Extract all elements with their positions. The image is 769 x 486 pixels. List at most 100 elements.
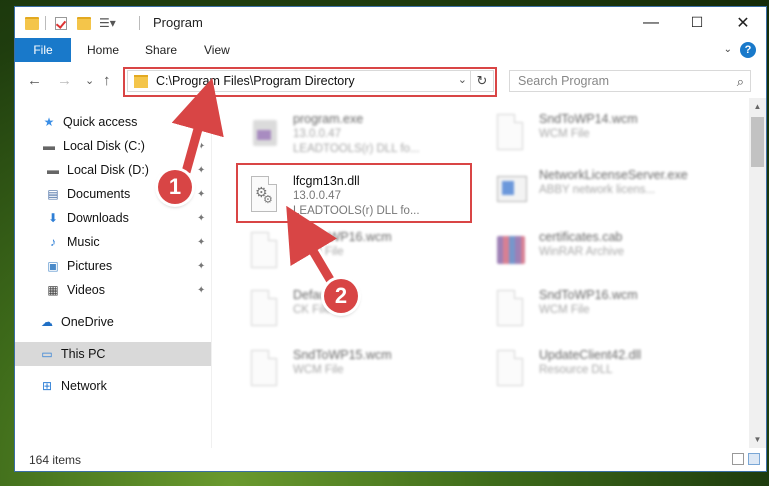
file-item[interactable]: certificates.cab WinRAR Archive xyxy=(483,226,723,282)
sidebar-item-label: Videos xyxy=(67,283,105,297)
file-item[interactable]: SndToWP16.wcm WCM File xyxy=(237,226,477,282)
sidebar-item-network[interactable]: ⊞ Network xyxy=(15,374,211,398)
sidebar-item-pictures[interactable]: ▣ Pictures ✦ xyxy=(15,254,211,278)
cloud-icon: ☁ xyxy=(41,315,53,329)
search-placeholder: Search Program xyxy=(518,74,610,88)
pane-divider[interactable] xyxy=(211,98,212,448)
sidebar-item-label: Network xyxy=(61,379,107,393)
pin-icon[interactable]: ✦ xyxy=(197,237,205,248)
file-name: program.exe xyxy=(293,112,364,126)
help-icon[interactable]: ? xyxy=(740,42,756,58)
file-detail: CK File xyxy=(293,304,331,316)
tab-home[interactable]: Home xyxy=(87,43,119,57)
ribbon: File Home Share View ⌄ ? xyxy=(15,38,766,63)
document-icon xyxy=(495,114,527,154)
file-list: program.exe 13.0.0.47 LEADTOOLS(r) DLL fo.… xyxy=(213,98,747,448)
scroll-down-icon[interactable]: ▼ xyxy=(749,431,766,448)
large-icons-view-icon[interactable] xyxy=(748,453,760,465)
scroll-thumb[interactable] xyxy=(751,117,764,167)
window-title: Program xyxy=(153,15,203,30)
file-detail: WCM File xyxy=(539,128,590,140)
file-item[interactable]: NetworkLicenseServer.exe ABBY network lic… xyxy=(483,164,723,220)
pin-icon[interactable]: ✦ xyxy=(197,165,205,176)
file-name: UpdateClient42.dll xyxy=(539,348,642,362)
drive-icon: ▬ xyxy=(43,139,55,153)
pin-icon[interactable]: ✦ xyxy=(197,213,205,224)
file-item[interactable]: program.exe 13.0.0.47 LEADTOOLS(r) DLL fo.… xyxy=(237,108,477,164)
new-folder-icon[interactable] xyxy=(77,15,91,31)
customize-toolbar-icon[interactable]: ☰▾ xyxy=(99,15,116,31)
drive-icon: ▬ xyxy=(47,163,59,177)
title-separator xyxy=(139,15,140,31)
ribbon-expand-icon[interactable]: ⌄ xyxy=(724,44,732,55)
maximize-button[interactable]: ☐ xyxy=(674,7,720,38)
pin-icon[interactable]: ✦ xyxy=(197,189,205,200)
file-description: LEADTOOLS(r) DLL fo... xyxy=(293,143,420,155)
videos-icon: ▦ xyxy=(47,283,59,297)
tab-share[interactable]: Share xyxy=(145,43,177,57)
downloads-icon: ⬇ xyxy=(47,211,59,225)
tab-file[interactable]: File xyxy=(15,38,71,62)
minimize-button[interactable]: — xyxy=(628,7,674,38)
exe-icon xyxy=(249,114,281,154)
vertical-scrollbar[interactable]: ▲ ▼ xyxy=(749,98,766,448)
navigation-pane: ★ Quick access ▬ Local Disk (C:) ✦ ▬ Local Dis… xyxy=(15,98,211,448)
document-icon xyxy=(249,290,281,330)
file-name: SndToWP15.wcm xyxy=(293,348,392,362)
file-detail: WCM File xyxy=(293,364,344,376)
back-button[interactable]: ← xyxy=(27,72,42,89)
recent-locations-button[interactable]: ⌄ xyxy=(85,74,94,87)
sidebar-item-quick-access[interactable]: ★ Quick access xyxy=(15,110,211,134)
file-name: certificates.cab xyxy=(539,230,623,244)
sidebar-item-label: Music xyxy=(67,235,100,249)
file-item[interactable]: UpdateClient42.dll Resource DLL xyxy=(483,344,723,400)
scroll-up-icon[interactable]: ▲ xyxy=(749,98,766,115)
search-input[interactable]: Search Program ⌕ xyxy=(509,70,751,92)
sidebar-item-videos[interactable]: ▦ Videos ✦ xyxy=(15,278,211,302)
pin-icon[interactable]: ✦ xyxy=(197,261,205,272)
folder-icon xyxy=(25,15,39,31)
properties-icon[interactable] xyxy=(55,15,67,31)
file-item[interactable]: SndToWP16.wcm WCM File xyxy=(483,284,723,340)
callout-step-1: 1 xyxy=(158,170,192,204)
exe-window-icon xyxy=(495,170,527,210)
forward-button[interactable]: → xyxy=(57,72,72,89)
callout-step-2: 2 xyxy=(324,279,358,313)
file-name: NetworkLicenseServer.exe xyxy=(539,168,688,182)
star-icon: ★ xyxy=(43,115,55,129)
sidebar-item-label: Quick access xyxy=(63,115,138,129)
sidebar-item-downloads[interactable]: ⬇ Downloads ✦ xyxy=(15,206,211,230)
file-name: SndToWP16.wcm xyxy=(539,288,638,302)
computer-icon: ▭ xyxy=(41,347,53,361)
sidebar-item-local-disk-c[interactable]: ▬ Local Disk (C:) ✦ xyxy=(15,134,211,158)
file-item[interactable]: SndToWP14.wcm WCM File xyxy=(483,108,723,164)
network-icon: ⊞ xyxy=(41,379,53,393)
music-icon: ♪ xyxy=(50,235,56,249)
pictures-icon: ▣ xyxy=(47,259,59,273)
sidebar-item-label: Documents xyxy=(67,187,131,201)
file-detail: WCM File xyxy=(293,246,344,258)
document-icon xyxy=(249,350,281,390)
sidebar-item-this-pc[interactable]: ▭ This PC xyxy=(15,342,211,366)
pin-icon[interactable]: ✦ xyxy=(197,285,205,296)
details-view-icon[interactable] xyxy=(732,453,744,465)
sidebar-item-music[interactable]: ♪ Music ✦ xyxy=(15,230,211,254)
tab-view[interactable]: View xyxy=(204,43,230,57)
documents-icon: ▤ xyxy=(47,187,59,201)
up-button[interactable]: ↑ xyxy=(103,72,111,89)
sidebar-item-label: Local Disk (D:) xyxy=(67,163,149,177)
file-name: SndToWP16.wcm xyxy=(293,230,392,244)
search-icon[interactable]: ⌕ xyxy=(737,74,744,90)
close-button[interactable]: ✕ xyxy=(720,7,766,38)
title-bar: ☰▾ Program — ☐ ✕ xyxy=(15,7,766,38)
archive-icon xyxy=(495,232,527,272)
file-detail: ABBY network licens... xyxy=(539,184,656,196)
file-item[interactable]: SndToWP15.wcm WCM File xyxy=(237,344,477,400)
sidebar-item-onedrive[interactable]: ☁ OneDrive xyxy=(15,310,211,334)
sidebar-item-label: Local Disk (C:) xyxy=(63,139,145,153)
document-icon xyxy=(249,232,281,272)
document-icon xyxy=(495,350,527,390)
pin-icon[interactable]: ✦ xyxy=(197,141,205,152)
sidebar-item-label: OneDrive xyxy=(61,315,114,329)
sidebar-item-label: This PC xyxy=(61,347,106,361)
